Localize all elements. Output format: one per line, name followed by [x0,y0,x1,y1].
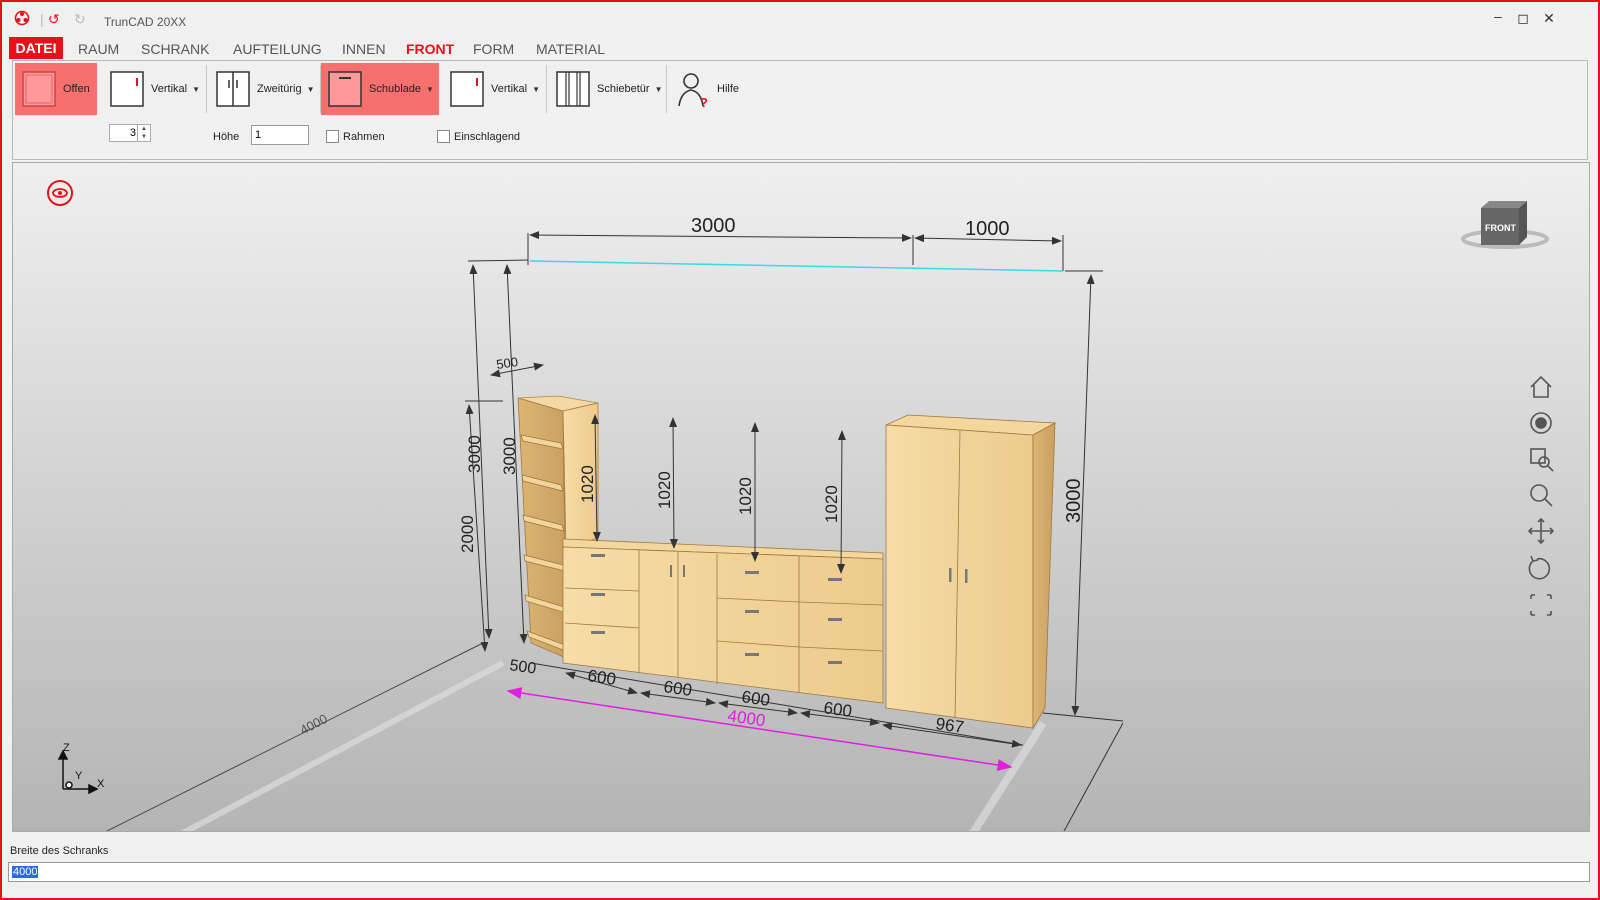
ribbon-separator [666,65,667,113]
count-stepper[interactable]: 3 ▲ ▼ [109,124,151,142]
rahmen-checkbox[interactable]: Rahmen [326,130,385,143]
menu-schrank[interactable]: SCHRANK [141,41,209,57]
redo-icon[interactable]: ↻ [74,11,86,28]
axis-x-label: X [97,778,105,790]
einschlagend-label: Einschlagend [454,130,521,143]
schiebetuer-button[interactable]: Schiebetür ▼ [549,63,663,115]
menu-bar: DATEI RAUM SCHRANK AUFTEILUNG INNEN FRON… [2,36,1598,60]
offen-icon [22,71,56,107]
count-stepper-value: 3 [129,127,136,139]
dim-bottom-600-d: 600 [822,698,853,721]
dim-bottom-600-a: 600 [586,666,617,689]
hoehe-input[interactable] [251,125,309,145]
undo-icon[interactable]: ↺ [48,11,60,28]
hilfe-button[interactable]: ? Hilfe [669,63,749,115]
dim-inner-1: 1020 [578,465,597,503]
schiebetuer-label: Schiebetür [597,83,650,95]
minimize-button[interactable]: – [1488,8,1508,24]
menu-innen[interactable]: INNEN [342,41,386,57]
help-user-icon: ? [678,73,708,108]
viewport-background [13,163,1589,831]
dim-height-low: 2000 [458,515,477,553]
double-door-icon [216,71,250,107]
scene-canvas[interactable]: 4000 3000 1000 500 3000 3000 2000 3000 1… [13,163,1590,832]
schublade-label: Schublade [369,83,421,95]
menu-material[interactable]: MATERIAL [536,41,605,57]
vertikal-button-2[interactable]: Vertikal ▼ [443,63,543,115]
sliding-door-icon [556,71,590,107]
dim-bottom-967: 967 [934,714,965,737]
vertikal-button-1[interactable]: Vertikal ▼ [103,63,203,115]
dim-right-height: 3000 [1063,479,1085,524]
stepper-arrows-icon[interactable]: ▲ ▼ [137,125,150,141]
rahmen-label: Rahmen [343,130,385,143]
ribbon-separator [206,65,207,113]
ribbon-toolbar: Offen Vertikal ▼ Zweitürig ▼ Schublade ▼… [12,60,1588,160]
tall-wardrobe[interactable] [885,414,1057,730]
menu-form[interactable]: FORM [473,41,514,57]
hoehe-label: Höhe [213,131,240,143]
chevron-down-icon[interactable]: ▼ [307,85,315,94]
menu-aufteilung[interactable]: AUFTEILUNG [233,41,322,57]
separator: | [40,11,44,27]
app-logo-icon[interactable] [14,10,30,26]
maximize-button[interactable]: ◻ [1513,10,1533,27]
zweituerig-button[interactable]: Zweitürig ▼ [209,63,317,115]
offen-button[interactable]: Offen [15,63,97,115]
window-title: TrunCAD 20XX [104,15,187,29]
dim-inner-2: 1020 [655,471,674,509]
dim-height-left-inner: 3000 [500,437,519,475]
app-window: | ↺ ↻ TrunCAD 20XX – ◻ ✕ DATEI RAUM SCHR… [0,0,1600,900]
3d-viewport[interactable]: 4000 3000 1000 500 3000 3000 2000 3000 1… [12,162,1590,832]
dim-top-right: 1000 [965,218,1010,240]
view-cube-label: FRONT [1485,223,1516,233]
axis-y-label: Y [75,770,83,782]
vertikal-door-icon [450,71,484,107]
status-label: Breite des Schranks [10,845,109,857]
dim-bottom-600-b: 600 [662,677,693,700]
command-input-value[interactable]: 4000 [12,866,39,878]
checkbox-box[interactable] [437,130,450,143]
vertikal-label-2: Vertikal [491,83,528,95]
dim-bottom-600-c: 600 [740,687,771,710]
einschlagend-checkbox[interactable]: Einschlagend [437,130,520,143]
menu-datei[interactable]: DATEI [9,37,63,59]
chevron-down-icon[interactable]: ▼ [655,85,663,94]
ribbon-separator [546,65,547,113]
dim-inner-3: 1020 [736,477,755,515]
close-button[interactable]: ✕ [1539,10,1559,27]
chevron-down-icon[interactable]: ▼ [426,85,434,94]
menu-raum[interactable]: RAUM [78,41,119,57]
schublade-button[interactable]: Schublade ▼ [321,63,439,115]
zweituerig-label: Zweitürig [257,83,302,95]
title-bar: | ↺ ↻ TrunCAD 20XX – ◻ ✕ [2,2,1598,34]
drawer-icon [328,71,362,107]
chevron-down-icon[interactable]: ▼ [532,85,540,94]
offen-label: Offen [63,83,90,95]
dim-top-left: 3000 [691,215,736,237]
vertikal-door-icon [110,71,144,107]
vertikal-label-1: Vertikal [151,83,188,95]
svg-text:?: ? [700,95,708,108]
dim-inner-4: 1020 [822,485,841,523]
dim-height-left-outer: 3000 [465,435,484,473]
axis-z-label: Z [63,742,70,754]
chevron-down-icon[interactable]: ▼ [192,85,200,94]
dim-depth-top: 500 [495,354,519,372]
menu-front[interactable]: FRONT [406,41,454,57]
hilfe-label: Hilfe [717,83,740,95]
command-input[interactable]: 4000 [8,862,1590,882]
checkbox-box[interactable] [326,130,339,143]
